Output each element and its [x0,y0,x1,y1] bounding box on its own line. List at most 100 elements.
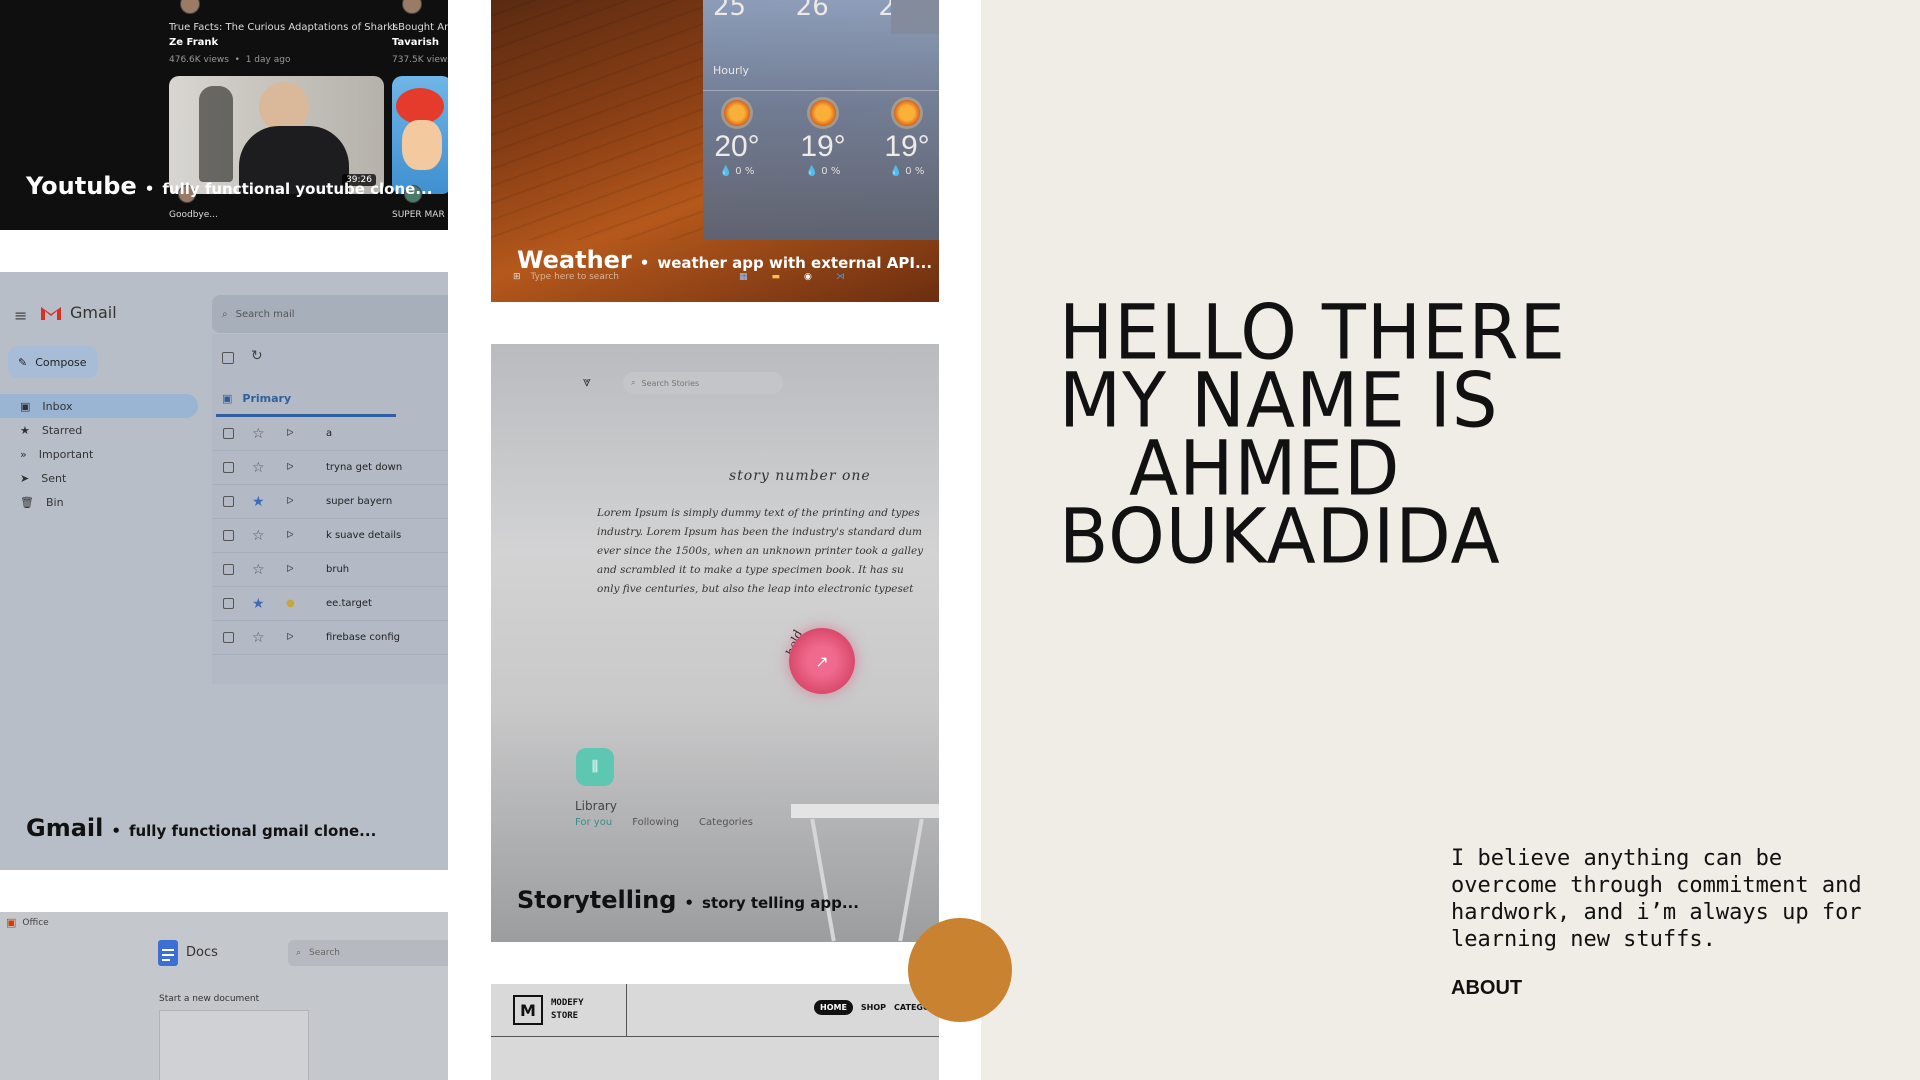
nav-shop[interactable]: SHOP [861,1003,886,1012]
hourly-temp: 20° [714,130,760,163]
refresh-icon[interactable]: ↻ [251,348,263,364]
sidebar-item-sent[interactable]: ➤ Sent [0,466,198,490]
search-input[interactable]: ⌕ Search [288,940,448,966]
important-icon[interactable]: ᐅ [286,530,298,541]
trash-icon: 🗑 [20,495,34,509]
precip: 💧 0 % [719,166,755,177]
row-checkbox[interactable] [223,530,234,541]
row-checkbox[interactable] [223,632,234,643]
project-subtitle: fully functional youtube clone... [162,180,433,198]
row-subject: ee.target [326,598,372,609]
star-icon[interactable]: ★ [252,494,268,510]
inbox-icon: ▣ [20,399,31,413]
star-icon[interactable]: ☆ [252,460,268,476]
table-leg [810,818,836,942]
search-input[interactable]: ⌕ Search mail [212,295,448,333]
search-placeholder: Search [309,948,340,958]
storytelling-project-card[interactable]: ⩔ ⌕ Search Stories story number one Lore… [491,344,939,942]
star-icon[interactable]: ☆ [252,426,268,442]
select-all-checkbox[interactable] [222,352,234,364]
table-row[interactable]: ★ ● ee.target [212,587,448,621]
mario-hat [396,88,444,124]
plant-graphic [199,86,233,182]
nav-home[interactable]: HOME [814,1000,853,1015]
table-row[interactable]: ☆ ᐅ a [212,417,448,451]
sidebar-item-bin[interactable]: 🗑 Bin [0,490,198,514]
table-row[interactable]: ★ ᐅ super bayern [212,485,448,519]
about-link[interactable]: ABOUT [1451,977,1522,1000]
youtube-project-card[interactable]: True Facts: The Curious Adaptations of S… [0,0,448,230]
sidebar-item-important[interactable]: » Important [0,442,198,466]
hourly-item: 19° 💧 0 % [793,100,853,177]
library-icon[interactable]: ⫼ [576,748,614,786]
external-link-icon: ↗ [815,651,829,671]
important-icon[interactable]: ᐅ [286,462,298,473]
search-input[interactable]: ⌕ Search Stories [623,372,783,394]
row-checkbox[interactable] [223,564,234,575]
modefy-project-card[interactable]: M MODEFY STORE HOME SHOP CATEGORIES [491,984,939,1080]
project-caption: Gmail • fully functional gmail clone... [26,814,377,842]
important-icon[interactable]: ᐅ [286,428,298,439]
office-icon: ▣ [6,916,17,929]
sidebar-item-inbox[interactable]: ▣ Inbox [0,394,198,418]
gmail-logo-icon [40,305,62,321]
project-subtitle: story telling app... [702,894,859,912]
row-checkbox[interactable] [223,598,234,609]
project-title: Weather [517,246,632,274]
person-head [259,82,309,132]
channel-name: Ze Frank [169,37,219,48]
star-icon[interactable]: ★ [252,596,268,612]
important-icon[interactable]: ᐅ [286,564,298,575]
docs-project-card[interactable]: ▣ Office Docs ⌕ Search Start a new docum… [0,912,448,1080]
sun-icon [724,100,750,126]
row-checkbox[interactable] [223,496,234,507]
office-header: ▣ Office [6,916,49,929]
menu-icon[interactable]: ≡ [14,306,27,325]
video-title: True Facts: The Curious Adaptations of S… [169,22,399,33]
hourly-temp: 19° [884,130,930,163]
logo-line: STORE [551,1011,579,1021]
tab-primary[interactable]: ▣ Primary [222,392,291,405]
row-checkbox[interactable] [223,428,234,439]
story-line: Lorem Ipsum is simply dummy text of the … [597,507,920,519]
gmail-project-card[interactable]: ≡ Gmail ⌕ Search mail ✎ Compose ▣ Inbox ★… [0,272,448,870]
compose-label: Compose [35,355,87,369]
tagline: I believe anything can be overcome throu… [1451,846,1862,952]
weather-project-card[interactable]: 25 26 2 Hourly 20° 💧 0 % 19° 💧 0 % 19° 💧 0 … [491,0,939,302]
story-body: Lorem Ipsum is simply dummy text of the … [597,504,939,599]
row-subject: a [326,428,333,439]
sidebar-item-starred[interactable]: ★ Starred [0,418,198,442]
story-line: only five centuries, but also the leap i… [597,583,914,595]
project-subtitle: fully functional gmail clone... [128,822,377,840]
channel-avatar [180,0,200,14]
important-icon[interactable]: ᐅ [286,496,298,507]
project-title: Storytelling [517,886,677,914]
star-icon[interactable]: ☆ [252,562,268,578]
tab-for-you[interactable]: For you [575,817,612,828]
star-icon[interactable]: ☆ [252,630,268,646]
tab-categories[interactable]: Categories [699,817,753,828]
channel-avatar [402,0,422,14]
table-row[interactable]: ☆ ᐅ firebase config [212,621,448,655]
table-row[interactable]: ☆ ᐅ bruh [212,553,448,587]
important-icon[interactable]: ᐅ [286,632,298,643]
table-row[interactable]: ☆ ᐅ k suave details [212,519,448,553]
row-subject: tryna get down [326,462,403,473]
m-logo-icon: M [513,995,543,1025]
project-title: Gmail [26,814,104,842]
star-icon[interactable]: ☆ [252,528,268,544]
compose-button[interactable]: ✎ Compose [8,346,98,378]
hourly-temp: 19° [800,130,846,163]
blank-document-tile[interactable] [159,1010,309,1080]
tab-following[interactable]: Following [632,817,679,828]
important-icon[interactable]: ● [286,598,298,609]
hourly-item: 20° 💧 0 % [707,100,767,177]
search-icon: ⌕ [222,308,228,320]
story-line: and scrambled it to make a type specimen… [597,564,904,576]
row-checkbox[interactable] [223,462,234,473]
story-line: ever since the 1500s, when an unknown pr… [597,545,924,557]
table-row[interactable]: ☆ ᐅ tryna get down [212,451,448,485]
video-stats: 737.5K views [392,55,448,65]
precip: 💧 0 % [805,166,841,177]
hold-button[interactable]: ↗ [789,628,855,694]
